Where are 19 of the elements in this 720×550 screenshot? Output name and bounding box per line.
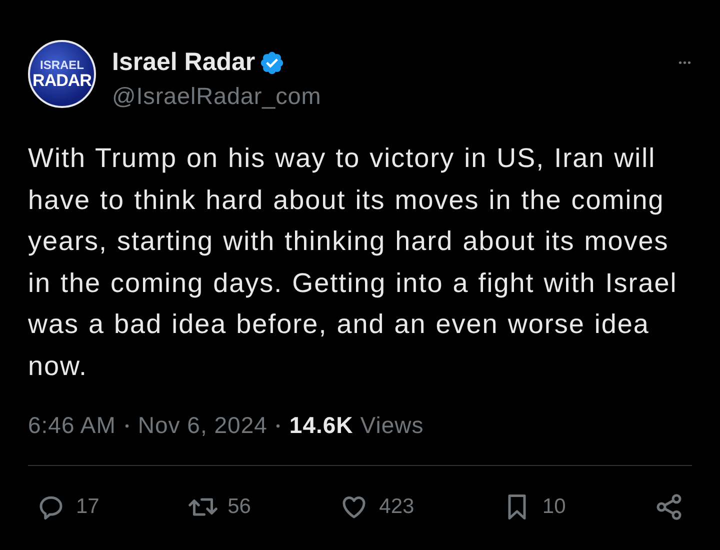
separator-dot-icon xyxy=(276,424,280,428)
bookmark-button[interactable]: 10 xyxy=(502,492,566,522)
more-button[interactable]: ••• xyxy=(678,58,692,69)
views-count: 14.6K xyxy=(289,412,354,439)
tweet-time[interactable]: 6:46 AM xyxy=(28,412,116,439)
avatar-text: RADAR xyxy=(32,72,92,89)
like-button[interactable]: 423 xyxy=(339,492,414,522)
tweet-text: With Trump on his way to victory in US, Iran will have to think hard about its moves in the coming years, starting with thinking hard about its moves in the coming days. Getting into a fight with Israel was a bad idea before, and an even worse idea now. xyxy=(28,142,678,382)
separator-dot-icon xyxy=(124,424,129,428)
avatar[interactable]: ISRAEL RADAR xyxy=(28,40,96,108)
author-name[interactable]: Israel Radar xyxy=(112,48,256,77)
author-handle[interactable]: @IsraelRadar_com xyxy=(112,83,678,110)
repost-button[interactable]: 56 xyxy=(188,492,251,522)
share-icon xyxy=(654,492,684,522)
avatar-text: ISRAEL xyxy=(40,59,84,71)
share-button[interactable] xyxy=(654,492,684,522)
views-label: Views xyxy=(360,412,424,439)
reply-button[interactable]: 17 xyxy=(36,492,100,522)
tweet-date[interactable]: Nov 6, 2024 xyxy=(138,412,268,439)
